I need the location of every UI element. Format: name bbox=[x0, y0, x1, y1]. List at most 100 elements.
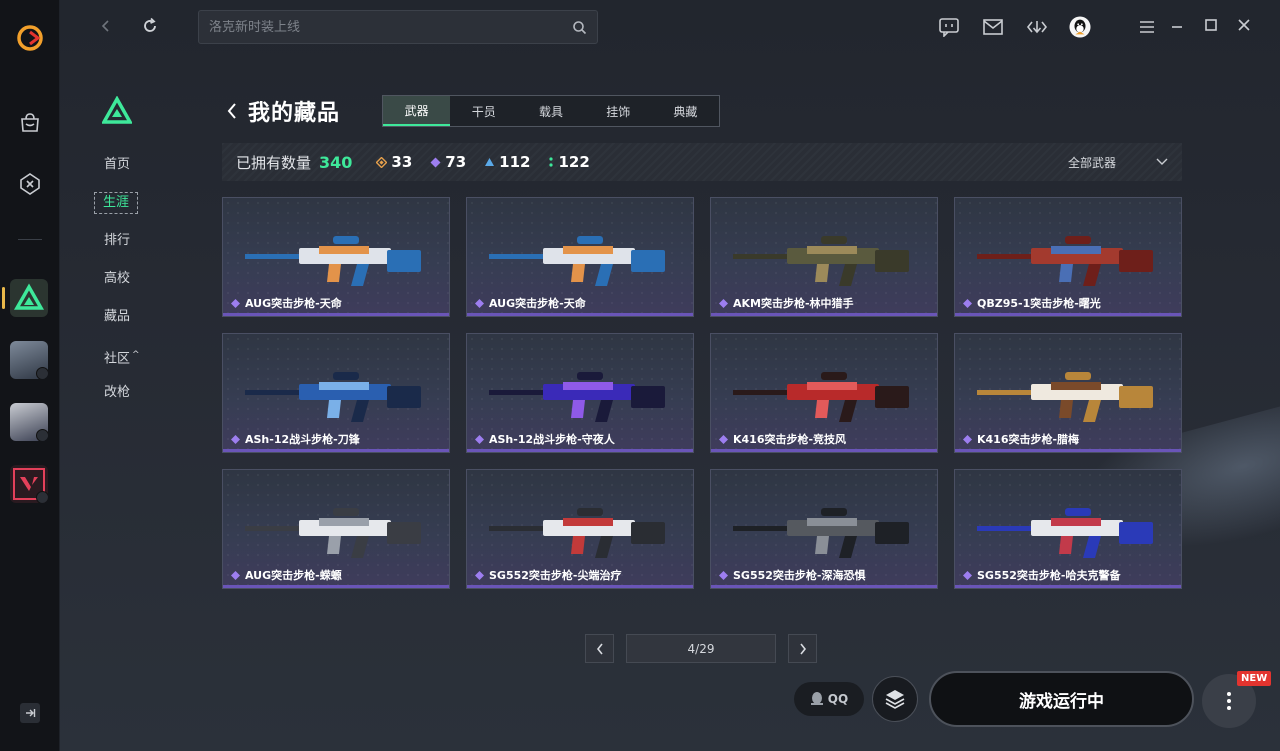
menu-icon[interactable] bbox=[1136, 16, 1158, 38]
delta-force-app-icon[interactable] bbox=[10, 279, 48, 317]
item-name-label: K416突击步枪-腊梅 bbox=[977, 433, 1080, 446]
purple-diamond-icon bbox=[475, 298, 484, 308]
more-vertical-icon bbox=[1227, 692, 1231, 710]
tab-collectibles[interactable]: 典藏 bbox=[652, 96, 719, 126]
item-card[interactable]: AKM突击步枪-林中猎手 bbox=[710, 197, 938, 317]
category-tabs: 武器 干员 载具 挂饰 典藏 bbox=[382, 95, 720, 127]
purple-diamond-icon bbox=[231, 434, 240, 444]
back-arrow-icon[interactable] bbox=[94, 14, 118, 38]
store-icon[interactable] bbox=[16, 109, 44, 137]
qq-label: QQ bbox=[827, 692, 849, 706]
item-card[interactable]: QBZ95-1突击步枪-曙光 bbox=[954, 197, 1182, 317]
item-name: SG552突击步枪-尖端治疗 bbox=[475, 567, 621, 583]
weapon-image bbox=[245, 372, 421, 422]
next-page-button[interactable] bbox=[788, 634, 817, 663]
weapon-image bbox=[977, 372, 1153, 422]
nav-item-career[interactable]: 生涯 bbox=[94, 184, 180, 222]
item-card[interactable]: K416突击步枪-竞技风 bbox=[710, 333, 938, 453]
stats-bar: 已拥有数量 340 33 73 112 122 全部武器 bbox=[222, 143, 1182, 181]
app-logo-icon[interactable] bbox=[16, 24, 44, 52]
tab-vehicles[interactable]: 载具 bbox=[517, 96, 584, 126]
item-card[interactable]: AUG突击步枪-天命 bbox=[466, 197, 694, 317]
purple-diamond-icon bbox=[963, 570, 972, 580]
weapon-filter-label: 全部武器 bbox=[1067, 155, 1116, 170]
tier-stat-green: 122 bbox=[548, 153, 590, 171]
item-card[interactable]: SG552突击步枪-尖端治疗 bbox=[466, 469, 694, 589]
item-card[interactable]: AUG突击步枪-天命 bbox=[222, 197, 450, 317]
blue-triangle-icon bbox=[485, 158, 495, 166]
item-name-label: SG552突击步枪-深海恐惧 bbox=[733, 569, 866, 582]
qq-button[interactable]: QQ bbox=[794, 682, 864, 716]
item-name-label: SG552突击步枪-尖端治疗 bbox=[489, 569, 622, 582]
delta-force-logo-icon bbox=[101, 95, 133, 124]
game-app-icon-1[interactable] bbox=[10, 341, 48, 379]
chevron-left-icon bbox=[596, 643, 603, 654]
tier-count: 33 bbox=[391, 153, 413, 171]
item-name-label: K416突击步枪-竞技风 bbox=[733, 433, 847, 446]
game-controller-icon[interactable] bbox=[16, 170, 44, 198]
weapon-image bbox=[489, 508, 665, 558]
weapon-image bbox=[733, 236, 909, 286]
purple-diamond-icon bbox=[475, 434, 484, 444]
nav-item-collection[interactable]: 藏品 bbox=[104, 298, 180, 336]
weapon-image bbox=[733, 372, 909, 422]
title-row: 我的藏品 bbox=[222, 95, 340, 127]
game-running-button[interactable]: 游戏运行中 bbox=[929, 671, 1194, 727]
purple-diamond-icon bbox=[231, 570, 240, 580]
item-name: AKM突击步枪-林中猎手 bbox=[719, 295, 854, 311]
expand-sidebar-icon[interactable] bbox=[20, 703, 40, 723]
item-name-label: AUG突击步枪-天命 bbox=[489, 297, 586, 310]
tab-weapons[interactable]: 武器 bbox=[383, 96, 451, 126]
item-name: SG552突击步枪-哈夫克警备 bbox=[963, 567, 1120, 583]
chevron-down-icon bbox=[1156, 158, 1168, 165]
weapon-image bbox=[245, 508, 421, 558]
item-card[interactable]: AUG突击步枪-蝾螈 bbox=[222, 469, 450, 589]
tab-operators[interactable]: 干员 bbox=[450, 96, 517, 126]
page-title: 我的藏品 bbox=[248, 101, 341, 126]
item-card[interactable]: ASh-12战斗步枪-守夜人 bbox=[466, 333, 694, 453]
tab-charms[interactable]: 挂饰 bbox=[585, 96, 652, 126]
item-card[interactable]: SG552突击步枪-深海恐惧 bbox=[710, 469, 938, 589]
download-manager-icon[interactable] bbox=[1026, 16, 1048, 38]
sync-badge-icon bbox=[36, 491, 48, 503]
nav-item-gunsmith[interactable]: 改枪 bbox=[104, 374, 180, 412]
tier-stat-blue: 112 bbox=[484, 153, 530, 171]
layers-icon bbox=[885, 690, 905, 709]
minimize-icon[interactable] bbox=[1166, 16, 1188, 38]
nav-item-community[interactable]: 社区 ^ bbox=[104, 336, 180, 374]
weapon-image bbox=[977, 508, 1153, 558]
new-badge: NEW bbox=[1237, 671, 1272, 686]
user-avatar-icon[interactable] bbox=[1069, 16, 1091, 38]
item-card[interactable]: K416突击步枪-腊梅 bbox=[954, 333, 1182, 453]
back-chevron-icon[interactable] bbox=[222, 101, 242, 121]
search-icon[interactable] bbox=[572, 20, 587, 35]
maximize-icon[interactable] bbox=[1200, 14, 1222, 36]
refresh-icon[interactable] bbox=[138, 14, 162, 38]
item-name-label: ASh-12战斗步枪-守夜人 bbox=[489, 433, 615, 446]
qq-penguin-icon bbox=[810, 692, 823, 705]
prev-page-button[interactable] bbox=[585, 634, 614, 663]
active-indicator bbox=[2, 287, 5, 309]
search-input[interactable] bbox=[209, 19, 572, 35]
nav-item-college[interactable]: 高校 bbox=[104, 260, 180, 298]
nav-item-home[interactable]: 首页 bbox=[104, 146, 180, 184]
purple-diamond-icon bbox=[719, 434, 728, 444]
weapon-filter-dropdown[interactable]: 全部武器 bbox=[1068, 143, 1168, 181]
nav-item-ranking[interactable]: 排行 bbox=[104, 222, 180, 260]
item-card[interactable]: ASh-12战斗步枪-刀锋 bbox=[222, 333, 450, 453]
item-card[interactable]: SG552突击步枪-哈夫克警备 bbox=[954, 469, 1182, 589]
item-name-label: AKM突击步枪-林中猎手 bbox=[733, 297, 854, 310]
chevron-right-icon bbox=[799, 643, 806, 654]
close-icon[interactable] bbox=[1233, 14, 1255, 36]
tier-stat-purple: 73 bbox=[430, 153, 466, 171]
tier-count: 122 bbox=[558, 153, 590, 171]
purple-diamond-icon bbox=[963, 298, 972, 308]
purple-diamond-icon bbox=[963, 434, 972, 444]
community-caret-icon: ^ bbox=[132, 350, 140, 360]
valorant-app-icon[interactable] bbox=[10, 465, 48, 503]
chat-icon[interactable] bbox=[938, 16, 960, 38]
game-app-icon-2[interactable] bbox=[10, 403, 48, 441]
overlay-button[interactable] bbox=[872, 676, 918, 722]
mail-icon[interactable] bbox=[982, 16, 1004, 38]
green-dots-icon bbox=[549, 157, 554, 167]
